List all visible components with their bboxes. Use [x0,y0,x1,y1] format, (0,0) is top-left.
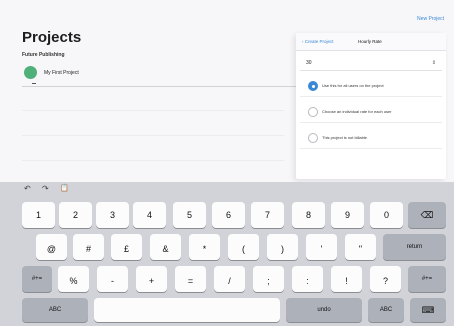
radio-selected-icon[interactable] [308,81,318,91]
shift-symbols-left-key[interactable]: #+= [22,266,52,292]
screen: New Project Projects Future Publishing M… [0,0,454,326]
key-label: ; [267,276,270,286]
key-apostrophe[interactable]: ' [306,234,337,260]
project-name: My First Project [44,70,79,76]
key-label: = [187,276,194,286]
key-1[interactable]: 1 [22,202,55,228]
key-2[interactable]: 2 [59,202,92,228]
key-3[interactable]: 3 [96,202,129,228]
option-all-users[interactable]: Use this for all users on the project [300,75,442,97]
indicator-mark [32,83,36,84]
space-bar[interactable] [94,298,280,322]
keyboard-shortcut-bar: ↶ ↷ 📋 [0,182,454,196]
rate-stepper-icon[interactable]: ⇕ [432,60,436,66]
key-label: : [306,276,309,286]
key-slash[interactable]: / [214,266,245,292]
radio-empty-icon[interactable] [308,107,318,117]
key-colon[interactable]: : [292,266,323,292]
onscreen-keyboard: ↶ ↷ 📋 1 2 3 4 5 6 7 8 9 0 ⌫ @ # £ & * ( … [0,182,454,326]
key-label: ! [345,276,348,286]
key-label: # [85,244,91,254]
hide-keyboard-key[interactable]: ⌨ [410,298,446,322]
key-plus[interactable]: + [136,266,167,292]
key-close-paren[interactable]: ) [267,234,298,260]
key-9[interactable]: 9 [331,202,364,228]
key-open-paren[interactable]: ( [228,234,259,260]
key-pound[interactable]: £ [111,234,142,260]
key-label: * [202,244,207,254]
hourly-rate-value: 30 [306,60,312,66]
key-label: ? [382,276,388,286]
key-hash[interactable]: # [73,234,104,260]
key-exclamation[interactable]: ! [331,266,362,292]
key-ampersand[interactable]: & [150,234,181,260]
popover-title: Hourly Rate [358,39,382,44]
key-quote[interactable]: " [345,234,376,260]
page-title: Projects [22,29,82,46]
key-label: + [148,276,155,286]
key-7[interactable]: 7 [251,202,284,228]
key-semicolon[interactable]: ; [253,266,284,292]
option-individual-rate[interactable]: Choose an individual rate for each user [300,101,442,123]
option-label: Choose an individual rate for each user [322,109,392,114]
project-avatar [24,66,37,79]
paste-icon[interactable]: 📋 [60,184,69,192]
key-equals[interactable]: = [175,266,206,292]
key-label: % [69,276,78,286]
key-question[interactable]: ? [370,266,401,292]
option-label: Use this for all users on the project [322,83,384,88]
abc-right-key[interactable]: ABC [368,298,404,322]
key-asterisk[interactable]: * [189,234,220,260]
list-divider [22,110,284,111]
list-divider [22,160,284,161]
key-label: ( [242,244,245,254]
option-not-billable[interactable]: This project is not billable [300,127,442,149]
undo-icon[interactable]: ↶ [24,184,31,193]
return-key[interactable]: return [383,234,446,260]
key-5[interactable]: 5 [173,202,206,228]
new-project-button[interactable]: New Project [417,16,444,22]
back-button[interactable]: ‹ Create Project [302,39,334,44]
key-minus[interactable]: - [97,266,128,292]
key-at[interactable]: @ [36,234,67,260]
key-0[interactable]: 0 [370,202,403,228]
keyboard-icon: ⌨ [421,304,435,315]
key-label: ' [320,244,323,254]
key-label: / [228,276,231,286]
hourly-rate-popover: ‹ Create Project Hourly Rate 30 ⇕ Use th… [296,33,446,179]
backspace-icon: ⌫ [420,209,434,220]
popover-header: ‹ Create Project Hourly Rate [296,33,446,51]
project-row[interactable]: My First Project [22,62,307,87]
key-label: ) [281,244,284,254]
list-divider [22,135,284,136]
app-area: New Project Projects Future Publishing M… [0,0,454,182]
backspace-key[interactable]: ⌫ [408,202,446,228]
undo-key[interactable]: undo [286,298,362,322]
key-4[interactable]: 4 [133,202,166,228]
key-label: & [162,244,169,254]
key-label: - [111,276,114,286]
key-label: @ [46,244,57,254]
option-label: This project is not billable [322,135,367,140]
key-percent[interactable]: % [58,266,89,292]
back-label: Create Project [304,39,334,44]
client-section-label: Future Publishing [22,52,65,58]
abc-left-key[interactable]: ABC [22,298,88,322]
hourly-rate-field[interactable]: 30 ⇕ [300,57,442,71]
radio-empty-icon[interactable] [308,133,318,143]
key-label: £ [123,244,129,254]
shift-symbols-right-key[interactable]: #+= [408,266,446,292]
key-6[interactable]: 6 [212,202,245,228]
key-label: " [358,244,363,254]
project-row-divider [22,86,307,87]
key-8[interactable]: 8 [292,202,325,228]
redo-icon[interactable]: ↷ [42,184,49,193]
